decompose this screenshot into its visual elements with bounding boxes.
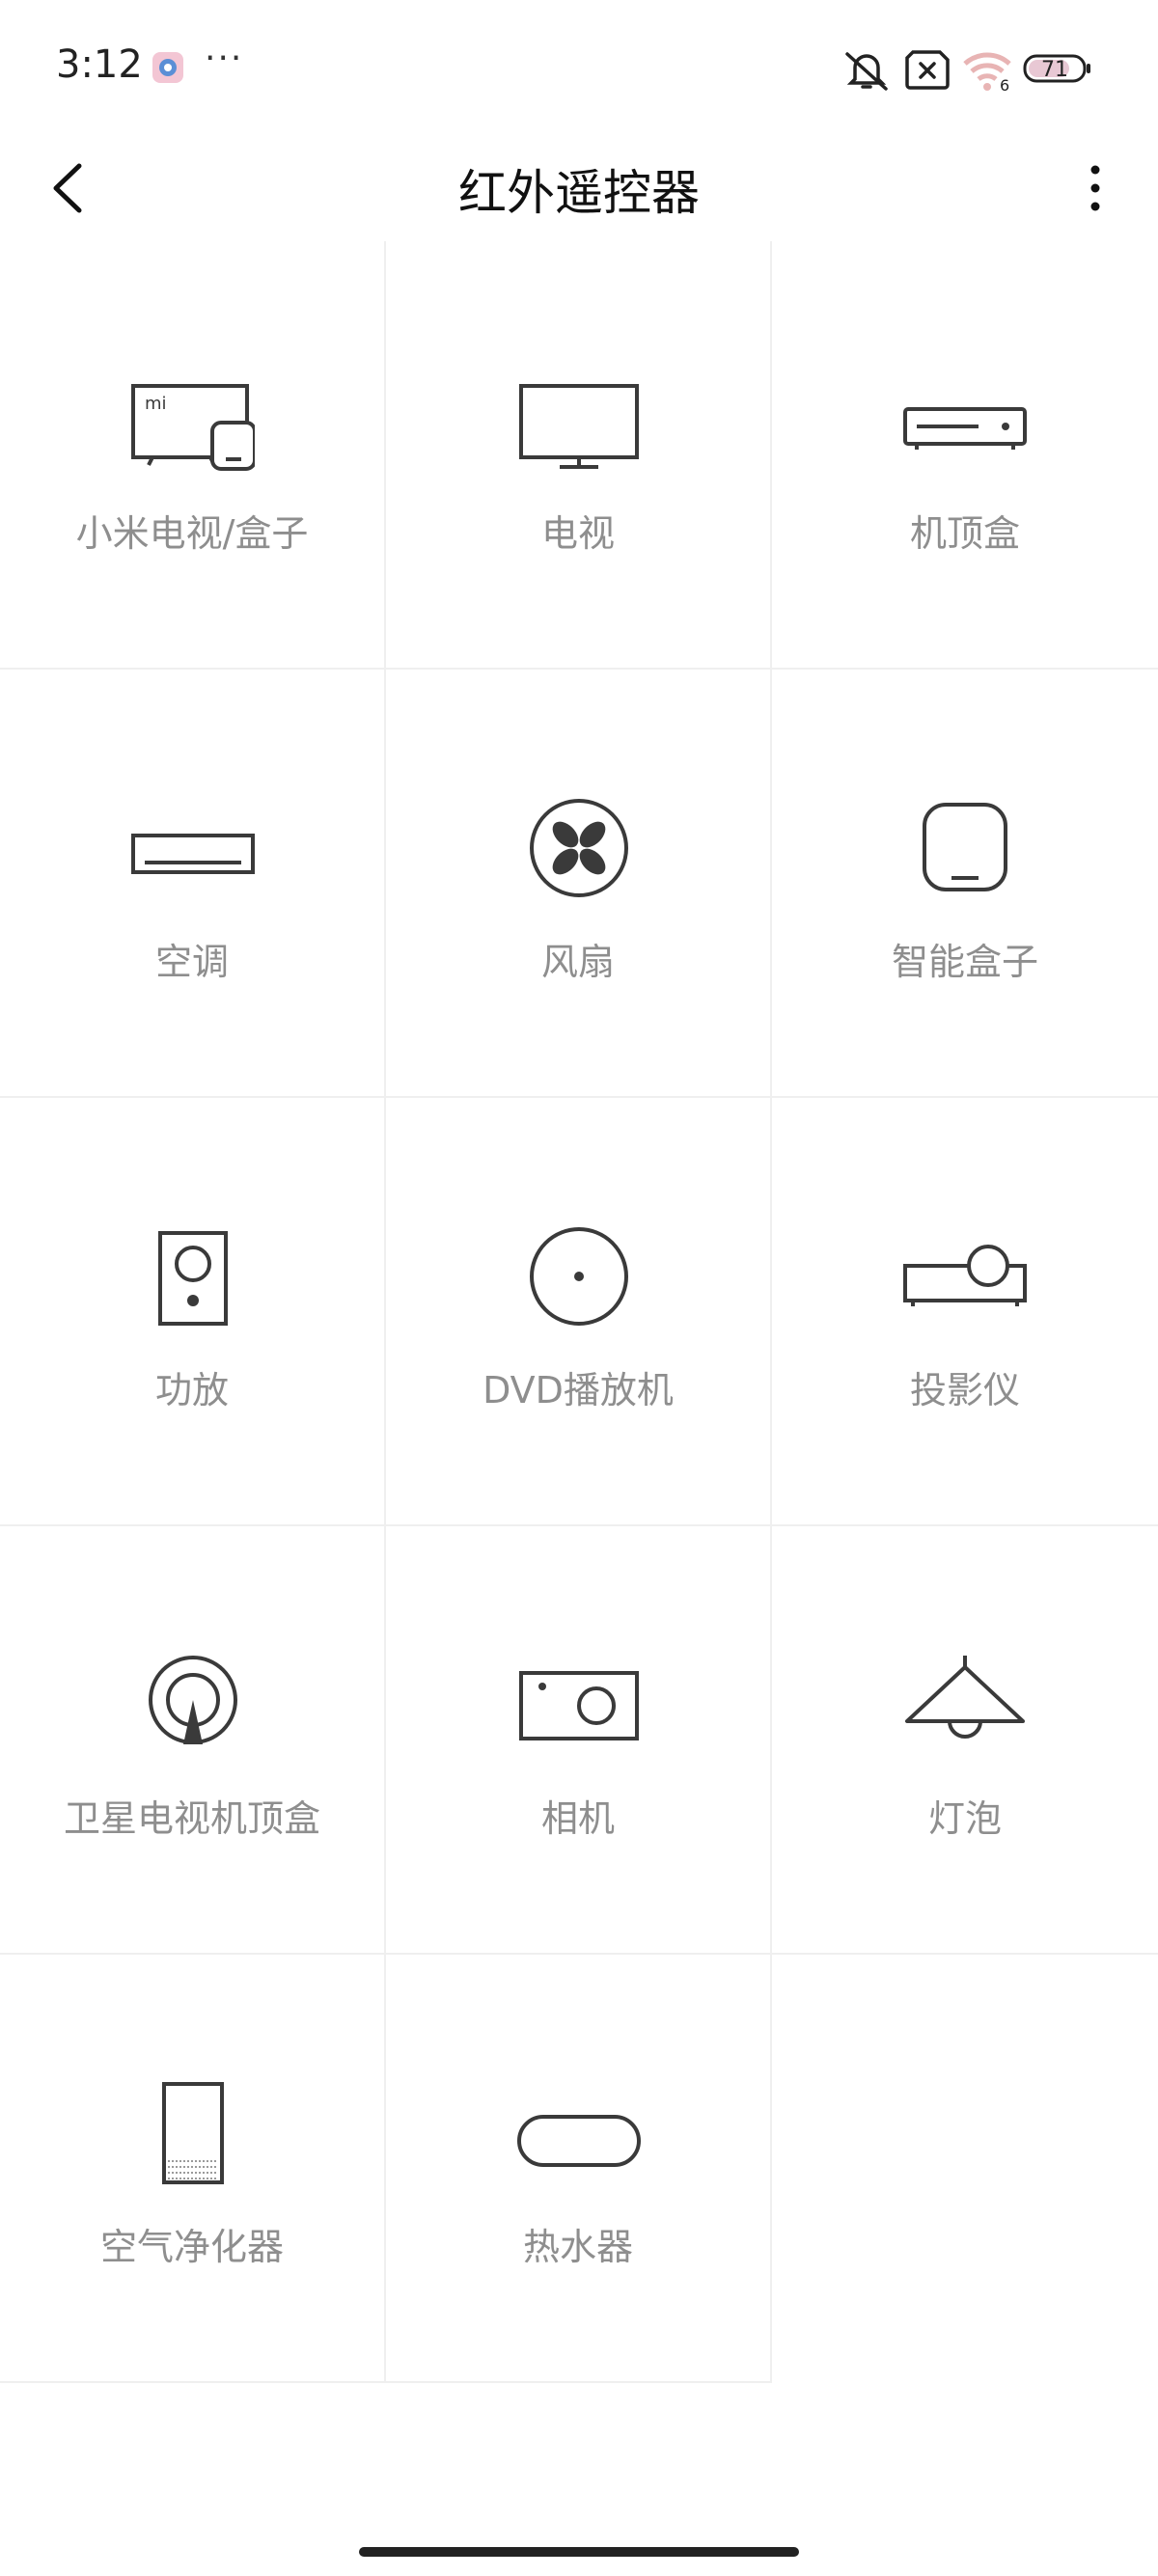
camera-icon — [517, 1652, 641, 1758]
air-conditioner-icon — [131, 795, 255, 901]
no-sim-icon — [903, 48, 951, 95]
tv-icon — [517, 367, 641, 473]
device-label: 智能盒子 — [891, 941, 1038, 983]
app: 3:12 ··· 6 71 红外遥控器 mi 小米电视/盒子 电视 机顶盒 空调… — [0, 0, 1158, 2576]
device-amplifier[interactable]: 功放 — [0, 1098, 386, 1526]
battery-level: 71 — [1041, 58, 1068, 82]
battery-icon: 71 — [1023, 48, 1092, 91]
device-mi-tv-box[interactable]: mi 小米电视/盒子 — [0, 241, 386, 670]
fan-icon — [517, 795, 641, 901]
lamp-icon — [903, 1652, 1027, 1758]
device-label: 灯泡 — [927, 1797, 1002, 1840]
home-indicator[interactable] — [359, 2547, 799, 2557]
device-label: 投影仪 — [909, 1369, 1020, 1411]
svg-text:mi: mi — [145, 394, 167, 414]
empty-cell — [772, 1955, 1158, 2383]
device-projector[interactable]: 投影仪 — [772, 1098, 1158, 1526]
device-water-heater[interactable]: 热水器 — [386, 1955, 772, 2383]
mi-tv-box-icon: mi — [131, 367, 255, 473]
set-top-box-icon — [903, 367, 1027, 473]
device-label: 空调 — [154, 941, 229, 983]
amplifier-icon — [131, 1223, 255, 1329]
page-title: 红外遥控器 — [458, 165, 700, 221]
device-grid: mi 小米电视/盒子 电视 机顶盒 空调 风扇 智能盒子 功放 DVD播放机 投… — [0, 241, 1158, 2383]
wifi-badge: 6 — [1000, 76, 1009, 93]
device-label: 电视 — [540, 512, 615, 555]
air-purifier-icon — [131, 2080, 255, 2186]
device-camera[interactable]: 相机 — [386, 1526, 772, 1955]
device-fan[interactable]: 风扇 — [386, 670, 772, 1098]
status-bar: 3:12 ··· 6 71 — [0, 0, 1158, 135]
device-label: DVD播放机 — [482, 1369, 674, 1411]
dvd-player-icon — [517, 1223, 641, 1329]
smart-box-icon — [903, 795, 1027, 901]
device-set-top-box[interactable]: 机顶盒 — [772, 241, 1158, 670]
device-label: 相机 — [540, 1797, 615, 1840]
device-label: 热水器 — [522, 2226, 633, 2268]
device-label: 机顶盒 — [909, 512, 1020, 555]
device-label: 空气净化器 — [99, 2226, 284, 2268]
device-dvd-player[interactable]: DVD播放机 — [386, 1098, 772, 1526]
device-smart-box[interactable]: 智能盒子 — [772, 670, 1158, 1098]
status-more-indicator: ··· — [205, 39, 244, 78]
water-heater-icon — [517, 2080, 641, 2186]
device-lamp[interactable]: 灯泡 — [772, 1526, 1158, 1955]
notification-app-icon — [151, 50, 185, 85]
header: 红外遥控器 — [0, 135, 1158, 241]
device-label: 功放 — [154, 1369, 229, 1411]
device-label: 卫星电视机顶盒 — [63, 1797, 320, 1840]
projector-icon — [903, 1223, 1027, 1329]
satellite-icon — [131, 1652, 255, 1758]
status-time: 3:12 — [56, 42, 143, 87]
wifi-icon: 6 — [961, 48, 1015, 96]
device-air-conditioner[interactable]: 空调 — [0, 670, 386, 1098]
mute-icon — [841, 48, 892, 96]
device-label: 风扇 — [540, 941, 615, 983]
device-satellite-box[interactable]: 卫星电视机顶盒 — [0, 1526, 386, 1955]
device-label: 小米电视/盒子 — [75, 512, 309, 555]
device-air-purifier[interactable]: 空气净化器 — [0, 1955, 386, 2383]
more-options-button[interactable] — [1071, 145, 1119, 232]
more-vertical-icon — [1090, 165, 1100, 211]
device-tv[interactable]: 电视 — [386, 241, 772, 670]
